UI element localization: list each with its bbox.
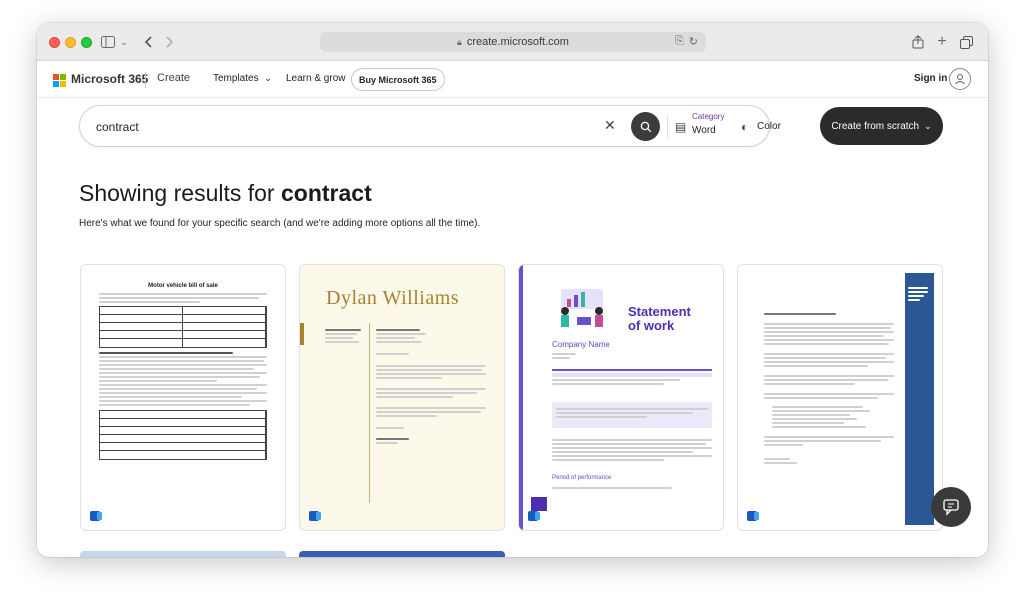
browser-toolbar: ⌄ 🔒︎ create.microsoft.com ⎘ ↻ + (37, 23, 988, 61)
search-input[interactable] (96, 118, 476, 136)
search-bar: ✕ ▤ Category Word ◐ Color (79, 105, 781, 147)
divider-line (369, 323, 370, 503)
chevron-down-icon: ⌄ (264, 73, 272, 83)
search-divider (667, 115, 668, 139)
templates-menu[interactable]: Templates ⌄ (213, 73, 272, 84)
template-preview (764, 311, 894, 466)
create-from-scratch-button[interactable]: Create from scratch ⌄ (820, 107, 943, 145)
template-preview-footer (552, 485, 672, 491)
template-company-name: Company Name (552, 340, 610, 349)
category-icon[interactable]: ▤ (675, 120, 686, 134)
create-from-scratch-label: Create from scratch (831, 120, 920, 132)
reload-icon[interactable]: ↻ (689, 35, 698, 48)
sidebar-icon[interactable] (100, 32, 116, 52)
chevron-down-icon[interactable]: ⌄ (119, 32, 129, 52)
word-icon (528, 511, 540, 521)
template-card-dylan-williams[interactable]: Dylan Williams (299, 264, 505, 531)
tabs-icon[interactable] (959, 32, 973, 52)
templates-label: Templates (213, 73, 259, 84)
minimize-window-button[interactable] (65, 37, 76, 48)
color-filter[interactable]: Color (757, 121, 781, 132)
zoom-window-button[interactable] (81, 37, 92, 48)
template-section-title: Period of performance (552, 475, 612, 481)
template-card-letter[interactable] (737, 264, 943, 531)
template-preview-sidebar-text (908, 285, 928, 303)
microsoft-logo-icon[interactable] (53, 74, 66, 87)
chevron-down-icon: ⌄ (924, 120, 932, 131)
address-bar[interactable]: 🔒︎ create.microsoft.com ⎘ ↻ (320, 32, 706, 52)
share-icon[interactable] (911, 32, 925, 52)
people-illustration-icon (561, 289, 603, 327)
search-icon (640, 121, 651, 132)
lock-icon: 🔒︎ (457, 36, 462, 47)
template-doc-title: Motor vehicle bill of sale (148, 283, 218, 289)
word-icon (309, 511, 321, 521)
sign-in-link[interactable]: Sign in (914, 73, 947, 84)
translate-icon[interactable]: ⎘ (675, 35, 684, 48)
template-preview-meta (552, 351, 592, 361)
results-heading: Showing results for contract (79, 180, 372, 207)
template-card-peek[interactable] (80, 551, 286, 557)
back-icon[interactable] (141, 32, 155, 52)
close-window-button[interactable] (49, 37, 60, 48)
word-icon (747, 511, 759, 521)
template-preview-note (552, 402, 712, 428)
logo-box (531, 497, 547, 511)
accent-panel (905, 273, 934, 525)
template-card-peek[interactable] (299, 551, 505, 557)
buy-microsoft-365-button[interactable]: Buy Microsoft 365 (351, 68, 445, 91)
create-link[interactable]: Create (157, 72, 190, 84)
template-card-bill-of-sale[interactable]: Motor vehicle bill of sale (80, 264, 286, 531)
category-label[interactable]: Category (692, 112, 724, 121)
category-value[interactable]: Word (692, 125, 716, 136)
results-heading-prefix: Showing results for (79, 180, 281, 206)
clear-search-icon[interactable]: ✕ (604, 117, 616, 134)
template-doc-title: Dylan Williams (326, 287, 460, 309)
search-button[interactable] (631, 112, 660, 141)
site-header: Microsoft 365 Create Templates ⌄ Learn &… (37, 62, 988, 98)
url-text: create.microsoft.com (466, 36, 569, 48)
header-divider (145, 72, 146, 88)
template-card-statement-of-work[interactable]: Statement of work Company Name Period of… (518, 264, 724, 531)
brand-name[interactable]: Microsoft 365 (71, 72, 148, 86)
chat-icon (943, 499, 959, 516)
word-icon (90, 511, 102, 521)
template-preview: Motor vehicle bill of sale (99, 283, 267, 460)
results-subtitle: Here's what we found for your specific s… (79, 218, 481, 229)
account-avatar-icon[interactable] (949, 68, 971, 90)
template-preview-right (376, 327, 486, 446)
results-heading-term: contract (280, 180, 372, 206)
new-tab-icon[interactable]: + (935, 32, 949, 52)
template-preview-body (552, 437, 712, 463)
template-preview-table (552, 369, 712, 387)
browser-window: ⌄ 🔒︎ create.microsoft.com ⎘ ↻ + Microsof… (37, 23, 988, 557)
accent-bar (300, 323, 304, 345)
accent-bar (519, 265, 523, 530)
help-chat-button[interactable] (931, 487, 971, 527)
template-preview-left (325, 327, 365, 345)
learn-grow-link[interactable]: Learn & grow (286, 73, 345, 84)
forward-icon[interactable] (163, 32, 177, 52)
template-doc-title: Statement of work (628, 304, 691, 333)
palette-icon[interactable]: ◐ (741, 120, 748, 134)
